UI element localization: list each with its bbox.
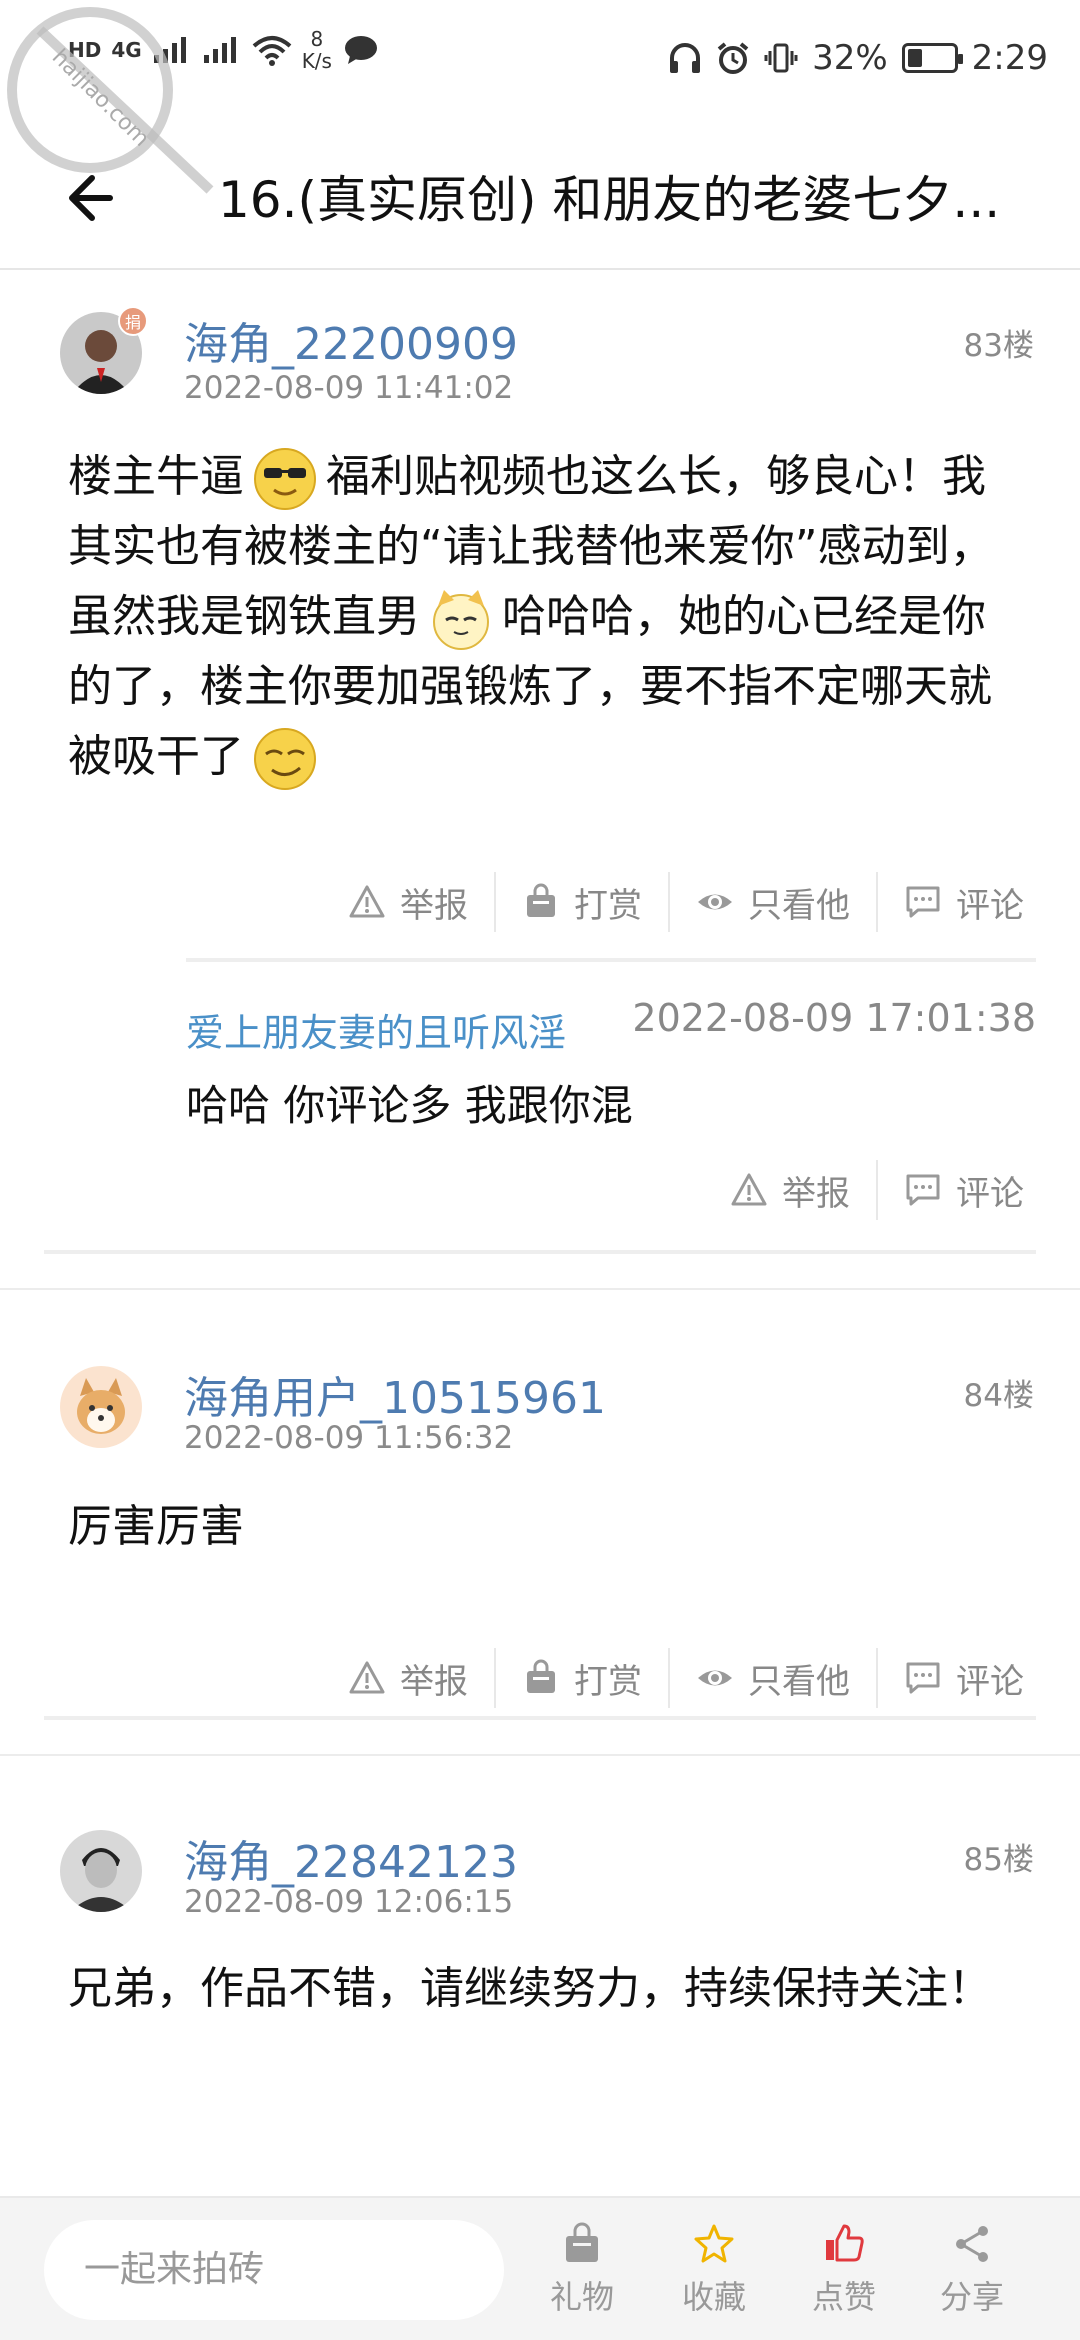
warning-icon bbox=[349, 885, 385, 918]
back-arrow-icon[interactable] bbox=[52, 166, 116, 230]
report-label: 举报 bbox=[400, 885, 468, 926]
network-speed: 8 K/s bbox=[302, 28, 332, 72]
signal-icon-2 bbox=[203, 37, 236, 63]
bottom-bar: 一起来拍砖 礼物 收藏 点赞 分享 bbox=[0, 2196, 1080, 2340]
floor-number: 85楼 bbox=[963, 1842, 1034, 1878]
gift-bag-icon bbox=[527, 1659, 555, 1693]
thumbs-up-icon bbox=[826, 2224, 864, 2262]
comment-input[interactable]: 一起来拍砖 bbox=[44, 2220, 504, 2320]
comment-icon bbox=[906, 886, 940, 918]
post-85: 海角_22842123 2022-08-09 12:06:15 85楼 兄弟，作… bbox=[0, 1756, 1080, 2196]
report-label: 举报 bbox=[400, 1661, 468, 1702]
tip-button[interactable]: 打赏 bbox=[494, 872, 668, 932]
tip-label: 打赏 bbox=[574, 885, 642, 926]
page-title: 16.(真实原创) 和朋友的老婆七夕... bbox=[218, 171, 1001, 229]
post-84: 海角用户_10515961 2022-08-09 11:56:32 84楼 厉害… bbox=[0, 1290, 1080, 1760]
reply-report-button[interactable]: 举报 bbox=[704, 1160, 876, 1220]
post-username[interactable]: 海角_22200909 bbox=[184, 308, 518, 372]
reply-text: 哈哈 你评论多 我跟你混 bbox=[186, 1081, 633, 1130]
alarm-icon bbox=[717, 42, 749, 74]
only-view-author-button[interactable]: 只看他 bbox=[668, 1648, 876, 1708]
post-body-text-1: 楼主牛逼 bbox=[68, 451, 244, 502]
page-header: 16.(真实原创) 和朋友的老婆七夕... bbox=[0, 120, 1080, 270]
share-button[interactable]: 分享 bbox=[922, 2222, 1022, 2318]
section-divider bbox=[44, 1250, 1036, 1254]
warning-icon bbox=[731, 1173, 767, 1206]
comment-label: 评论 bbox=[956, 885, 1024, 926]
network-4g-indicator: 4G bbox=[111, 38, 142, 62]
clock: 2:29 bbox=[971, 38, 1048, 78]
cat-emoji bbox=[433, 590, 489, 650]
post-username[interactable]: 海角用户_10515961 bbox=[184, 1362, 606, 1426]
network-hd-indicator: HD bbox=[68, 38, 102, 62]
only-view-author-label: 只看他 bbox=[748, 1661, 850, 1702]
post-body: 兄弟，作品不错，请继续努力，持续保持关注！ bbox=[68, 1963, 992, 2014]
star-icon bbox=[694, 2224, 734, 2263]
headphones-icon bbox=[670, 43, 701, 73]
post-time: 2022-08-09 11:56:32 bbox=[184, 1420, 514, 1456]
favorite-label: 收藏 bbox=[681, 2278, 746, 2316]
tip-button[interactable]: 打赏 bbox=[494, 1648, 668, 1708]
status-bar-right: 32% 2:29 bbox=[668, 38, 1048, 78]
network-speed-value: 8 bbox=[310, 27, 324, 51]
share-icon bbox=[956, 2226, 988, 2262]
reply-report-label: 举报 bbox=[782, 1173, 850, 1214]
battery-icon bbox=[901, 43, 963, 73]
like-label: 点赞 bbox=[811, 2278, 876, 2316]
reply-action-bar: 举报 评论 bbox=[704, 1160, 1050, 1220]
battery-percent: 32% bbox=[812, 38, 888, 78]
only-view-author-button[interactable]: 只看他 bbox=[668, 872, 876, 932]
comment-button[interactable]: 评论 bbox=[876, 1648, 1050, 1708]
gift-label: 礼物 bbox=[549, 2278, 614, 2316]
share-label: 分享 bbox=[939, 2278, 1004, 2316]
avatar[interactable] bbox=[60, 1366, 142, 1448]
post-action-bar: 举报 打赏 只看他 评论 bbox=[322, 1648, 1050, 1708]
network-speed-unit: K/s bbox=[301, 49, 332, 73]
eye-icon bbox=[698, 1670, 732, 1686]
post-action-bar: 举报 打赏 只看他 评论 bbox=[322, 872, 1050, 932]
gift-bag-icon bbox=[566, 2222, 598, 2262]
comment-button[interactable]: 评论 bbox=[876, 872, 1050, 932]
status-bar: HD 4G 8 K/s 32% 2:29 bbox=[0, 0, 1080, 120]
smirk-emoji bbox=[254, 728, 316, 790]
post-time: 2022-08-09 11:41:02 bbox=[184, 370, 514, 406]
post-83: 捐 海角_22200909 2022-08-09 11:41:02 83楼 楼主… bbox=[0, 272, 1080, 1292]
tip-label: 打赏 bbox=[574, 1661, 642, 1702]
post-body: 楼主牛逼 福利贴视频也这么长，够良心！我其实也有被楼主的“请让我替他来爱你”感动到… bbox=[68, 442, 998, 792]
favorite-button[interactable]: 收藏 bbox=[664, 2222, 764, 2318]
only-view-author-label: 只看他 bbox=[748, 885, 850, 926]
gift-bag-icon bbox=[527, 883, 555, 917]
section-divider bbox=[44, 1716, 1036, 1720]
reply-comment-label: 评论 bbox=[956, 1173, 1024, 1214]
message-icon bbox=[344, 36, 377, 64]
report-button[interactable]: 举报 bbox=[322, 1648, 494, 1708]
wifi-icon bbox=[252, 36, 292, 66]
reply-time: 2022-08-09 17:01:38 bbox=[632, 996, 1036, 1040]
post-time: 2022-08-09 12:06:15 bbox=[184, 1884, 514, 1920]
signal-icon bbox=[153, 37, 186, 63]
cool-sunglasses-emoji bbox=[254, 448, 316, 510]
warning-icon bbox=[349, 1661, 385, 1694]
gift-button[interactable]: 礼物 bbox=[532, 2222, 632, 2318]
floor-number: 84楼 bbox=[963, 1378, 1034, 1414]
floor-number: 83楼 bbox=[963, 328, 1034, 364]
battery-level-fill bbox=[907, 49, 922, 67]
vibrate-icon bbox=[764, 43, 798, 73]
comment-icon bbox=[906, 1662, 940, 1694]
status-bar-left: HD 4G 8 K/s bbox=[68, 28, 380, 72]
reply-comment-button[interactable]: 评论 bbox=[876, 1160, 1050, 1220]
donor-badge: 捐 bbox=[118, 306, 148, 336]
post-username[interactable]: 海角_22842123 bbox=[184, 1826, 518, 1890]
post-body: 厉害厉害 bbox=[68, 1501, 244, 1552]
comment-icon bbox=[906, 1174, 940, 1206]
report-button[interactable]: 举报 bbox=[322, 872, 494, 932]
like-button[interactable]: 点赞 bbox=[794, 2222, 894, 2318]
avatar[interactable] bbox=[60, 1830, 142, 1912]
reply-username[interactable]: 爱上朋友妻的且听风淫 bbox=[186, 1002, 566, 1057]
comment-label: 评论 bbox=[956, 1661, 1024, 1702]
eye-icon bbox=[698, 894, 732, 910]
